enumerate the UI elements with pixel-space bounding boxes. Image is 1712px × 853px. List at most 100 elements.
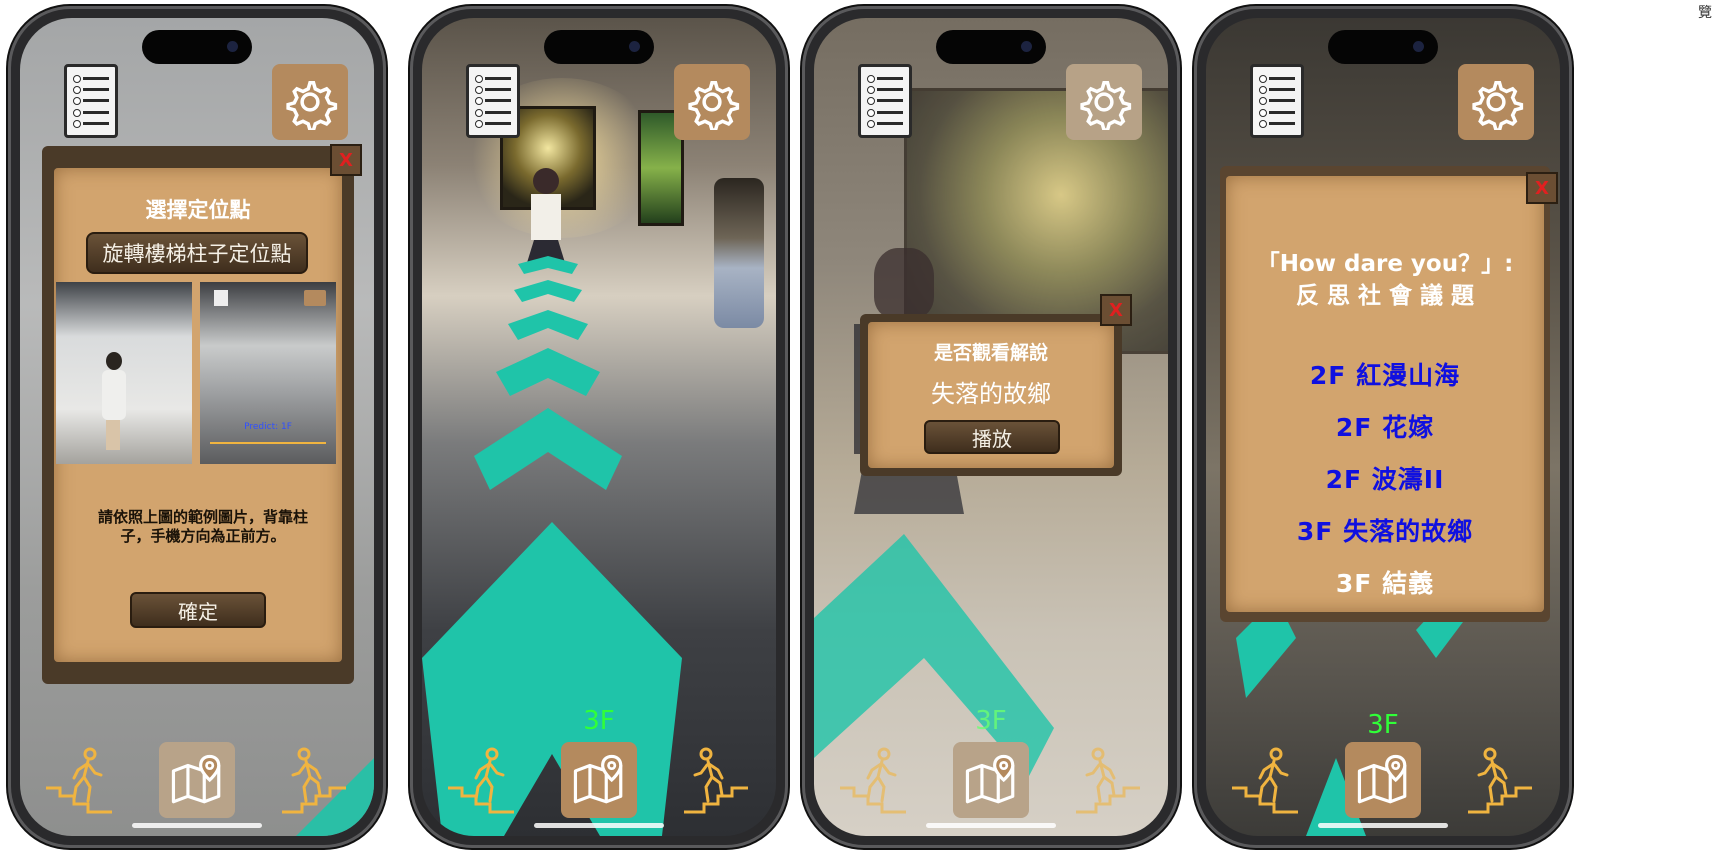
artwork-item[interactable]: 2F 波濤II bbox=[1226, 460, 1544, 496]
list-line bbox=[475, 108, 511, 117]
confirm-button[interactable]: 確定 bbox=[130, 592, 266, 628]
stairs-down-button[interactable] bbox=[838, 744, 910, 816]
phone-screen-4: X 「How dare you？」: 反 思 社 會 議 題 2F 紅漫山海 2… bbox=[1194, 6, 1572, 848]
tour-title-line1: 「How dare you？」: bbox=[1256, 251, 1514, 277]
dynamic-island bbox=[142, 30, 252, 64]
phone-screen-3: X 是否觀看解說 失落的故鄉 播放 3F bbox=[802, 6, 1180, 848]
artwork-item[interactable]: 3F 結義 bbox=[1226, 564, 1544, 600]
stairs-up-button[interactable] bbox=[680, 744, 752, 816]
play-dialog: X 是否觀看解說 失落的故鄉 播放 bbox=[860, 294, 1132, 476]
list-line bbox=[1259, 119, 1295, 128]
list-line bbox=[475, 119, 511, 128]
dynamic-island bbox=[544, 30, 654, 64]
floor-indicator: 3F bbox=[583, 706, 615, 736]
parchment: 選擇定位點 旋轉樓梯柱子定位點 Predict: 1F 請依照上圖的範例圖片，背… bbox=[54, 168, 342, 662]
stairs-up-button[interactable] bbox=[1072, 744, 1144, 816]
list-button[interactable] bbox=[1250, 64, 1304, 138]
list-button[interactable] bbox=[64, 64, 118, 138]
map-button[interactable] bbox=[953, 742, 1029, 818]
list-scroll-icon bbox=[867, 75, 903, 84]
list-scroll-icon bbox=[73, 75, 109, 84]
stairs-down-button[interactable] bbox=[44, 744, 116, 816]
list-line bbox=[867, 97, 903, 106]
stairs-down-button[interactable] bbox=[446, 744, 518, 816]
person-figure bbox=[106, 352, 122, 370]
predict-text: Predict: 1F bbox=[244, 422, 292, 432]
close-button[interactable]: X bbox=[1526, 172, 1558, 204]
list-line bbox=[475, 86, 511, 95]
gear-icon bbox=[282, 74, 338, 130]
example-photo-app: Predict: 1F bbox=[200, 282, 336, 464]
instruction-text: 請依照上圖的範例圖片，背靠柱子，手機方向為正前方。 bbox=[97, 508, 308, 545]
tour-list-dialog: X 「How dare you？」: 反 思 社 會 議 題 2F 紅漫山海 2… bbox=[1220, 166, 1558, 622]
close-button[interactable]: X bbox=[1100, 294, 1132, 326]
list-scroll-icon bbox=[1259, 75, 1295, 84]
list-line bbox=[475, 97, 511, 106]
mini-list-icon bbox=[214, 290, 228, 306]
artwork-item[interactable]: 3F 失落的故鄉 bbox=[1226, 512, 1544, 548]
stairs-down-button[interactable] bbox=[1230, 744, 1302, 816]
parchment: 是否觀看解說 失落的故鄉 播放 bbox=[868, 322, 1114, 468]
location-dialog: X 選擇定位點 旋轉樓梯柱子定位點 Predict: 1F 請依照上圖的範例圖片… bbox=[42, 144, 362, 684]
dialog-title: 選擇定位點 bbox=[145, 198, 251, 222]
list-line bbox=[1259, 97, 1295, 106]
gear-icon bbox=[1076, 74, 1132, 130]
location-select[interactable]: 旋轉樓梯柱子定位點 bbox=[86, 232, 308, 274]
screen-3: X 是否觀看解說 失落的故鄉 播放 3F bbox=[814, 18, 1168, 836]
floor-indicator: 3F bbox=[1367, 710, 1399, 740]
map-pin-icon bbox=[570, 751, 628, 809]
artwork-item[interactable]: 2F 紅漫山海 bbox=[1226, 356, 1544, 392]
list-button[interactable] bbox=[858, 64, 912, 138]
map-pin-icon bbox=[168, 751, 226, 809]
stairs-up-button[interactable] bbox=[278, 744, 350, 816]
list-line bbox=[867, 86, 903, 95]
gear-icon bbox=[1468, 74, 1524, 130]
dynamic-island bbox=[936, 30, 1046, 64]
home-indicator bbox=[1318, 823, 1448, 828]
stairs-up-button[interactable] bbox=[1464, 744, 1536, 816]
list-scroll-icon bbox=[475, 75, 511, 84]
edge-text: 覽 bbox=[1698, 5, 1712, 21]
home-indicator bbox=[534, 823, 664, 828]
screen-4: X 「How dare you？」: 反 思 社 會 議 題 2F 紅漫山海 2… bbox=[1206, 18, 1560, 836]
parchment: 「How dare you？」: 反 思 社 會 議 題 2F 紅漫山海 2F … bbox=[1226, 176, 1544, 612]
example-photo-person bbox=[56, 282, 192, 464]
list-line bbox=[73, 97, 109, 106]
dynamic-island bbox=[1328, 30, 1438, 64]
close-button[interactable]: X bbox=[330, 144, 362, 176]
settings-button[interactable] bbox=[272, 64, 348, 140]
map-pin-icon bbox=[1354, 751, 1412, 809]
list-line bbox=[1259, 108, 1295, 117]
screen-2: 3F bbox=[422, 18, 776, 836]
screen-1: X 選擇定位點 旋轉樓梯柱子定位點 Predict: 1F 請依照上圖的範例圖片… bbox=[20, 18, 374, 836]
mini-gear-icon bbox=[304, 290, 326, 306]
map-pin-icon bbox=[962, 751, 1020, 809]
phone-screen-2: 3F bbox=[410, 6, 788, 848]
person-body bbox=[102, 370, 126, 420]
list-line bbox=[867, 108, 903, 117]
phone-screen-1: X 選擇定位點 旋轉樓梯柱子定位點 Predict: 1F 請依照上圖的範例圖片… bbox=[8, 6, 386, 848]
list-line bbox=[73, 108, 109, 117]
dialog-prompt: 是否觀看解說 bbox=[933, 342, 1048, 364]
settings-button[interactable] bbox=[674, 64, 750, 140]
home-indicator bbox=[926, 823, 1056, 828]
home-indicator bbox=[132, 823, 262, 828]
artwork-item[interactable]: 2F 花嫁 bbox=[1226, 408, 1544, 444]
tour-title-line2: 反 思 社 會 議 題 bbox=[1295, 283, 1475, 309]
map-button[interactable] bbox=[561, 742, 637, 818]
floor-indicator: 3F bbox=[975, 706, 1007, 736]
map-button[interactable] bbox=[1345, 742, 1421, 818]
play-button[interactable]: 播放 bbox=[924, 420, 1060, 454]
list-line bbox=[1259, 86, 1295, 95]
list-line bbox=[867, 119, 903, 128]
person-legs bbox=[106, 420, 120, 450]
gear-icon bbox=[684, 74, 740, 130]
mini-bottom-bar bbox=[210, 442, 326, 458]
artwork-title: 失落的故鄉 bbox=[931, 380, 1051, 408]
list-line bbox=[73, 119, 109, 128]
map-button[interactable] bbox=[159, 742, 235, 818]
settings-button[interactable] bbox=[1066, 64, 1142, 140]
list-line bbox=[73, 86, 109, 95]
list-button[interactable] bbox=[466, 64, 520, 138]
settings-button[interactable] bbox=[1458, 64, 1534, 140]
